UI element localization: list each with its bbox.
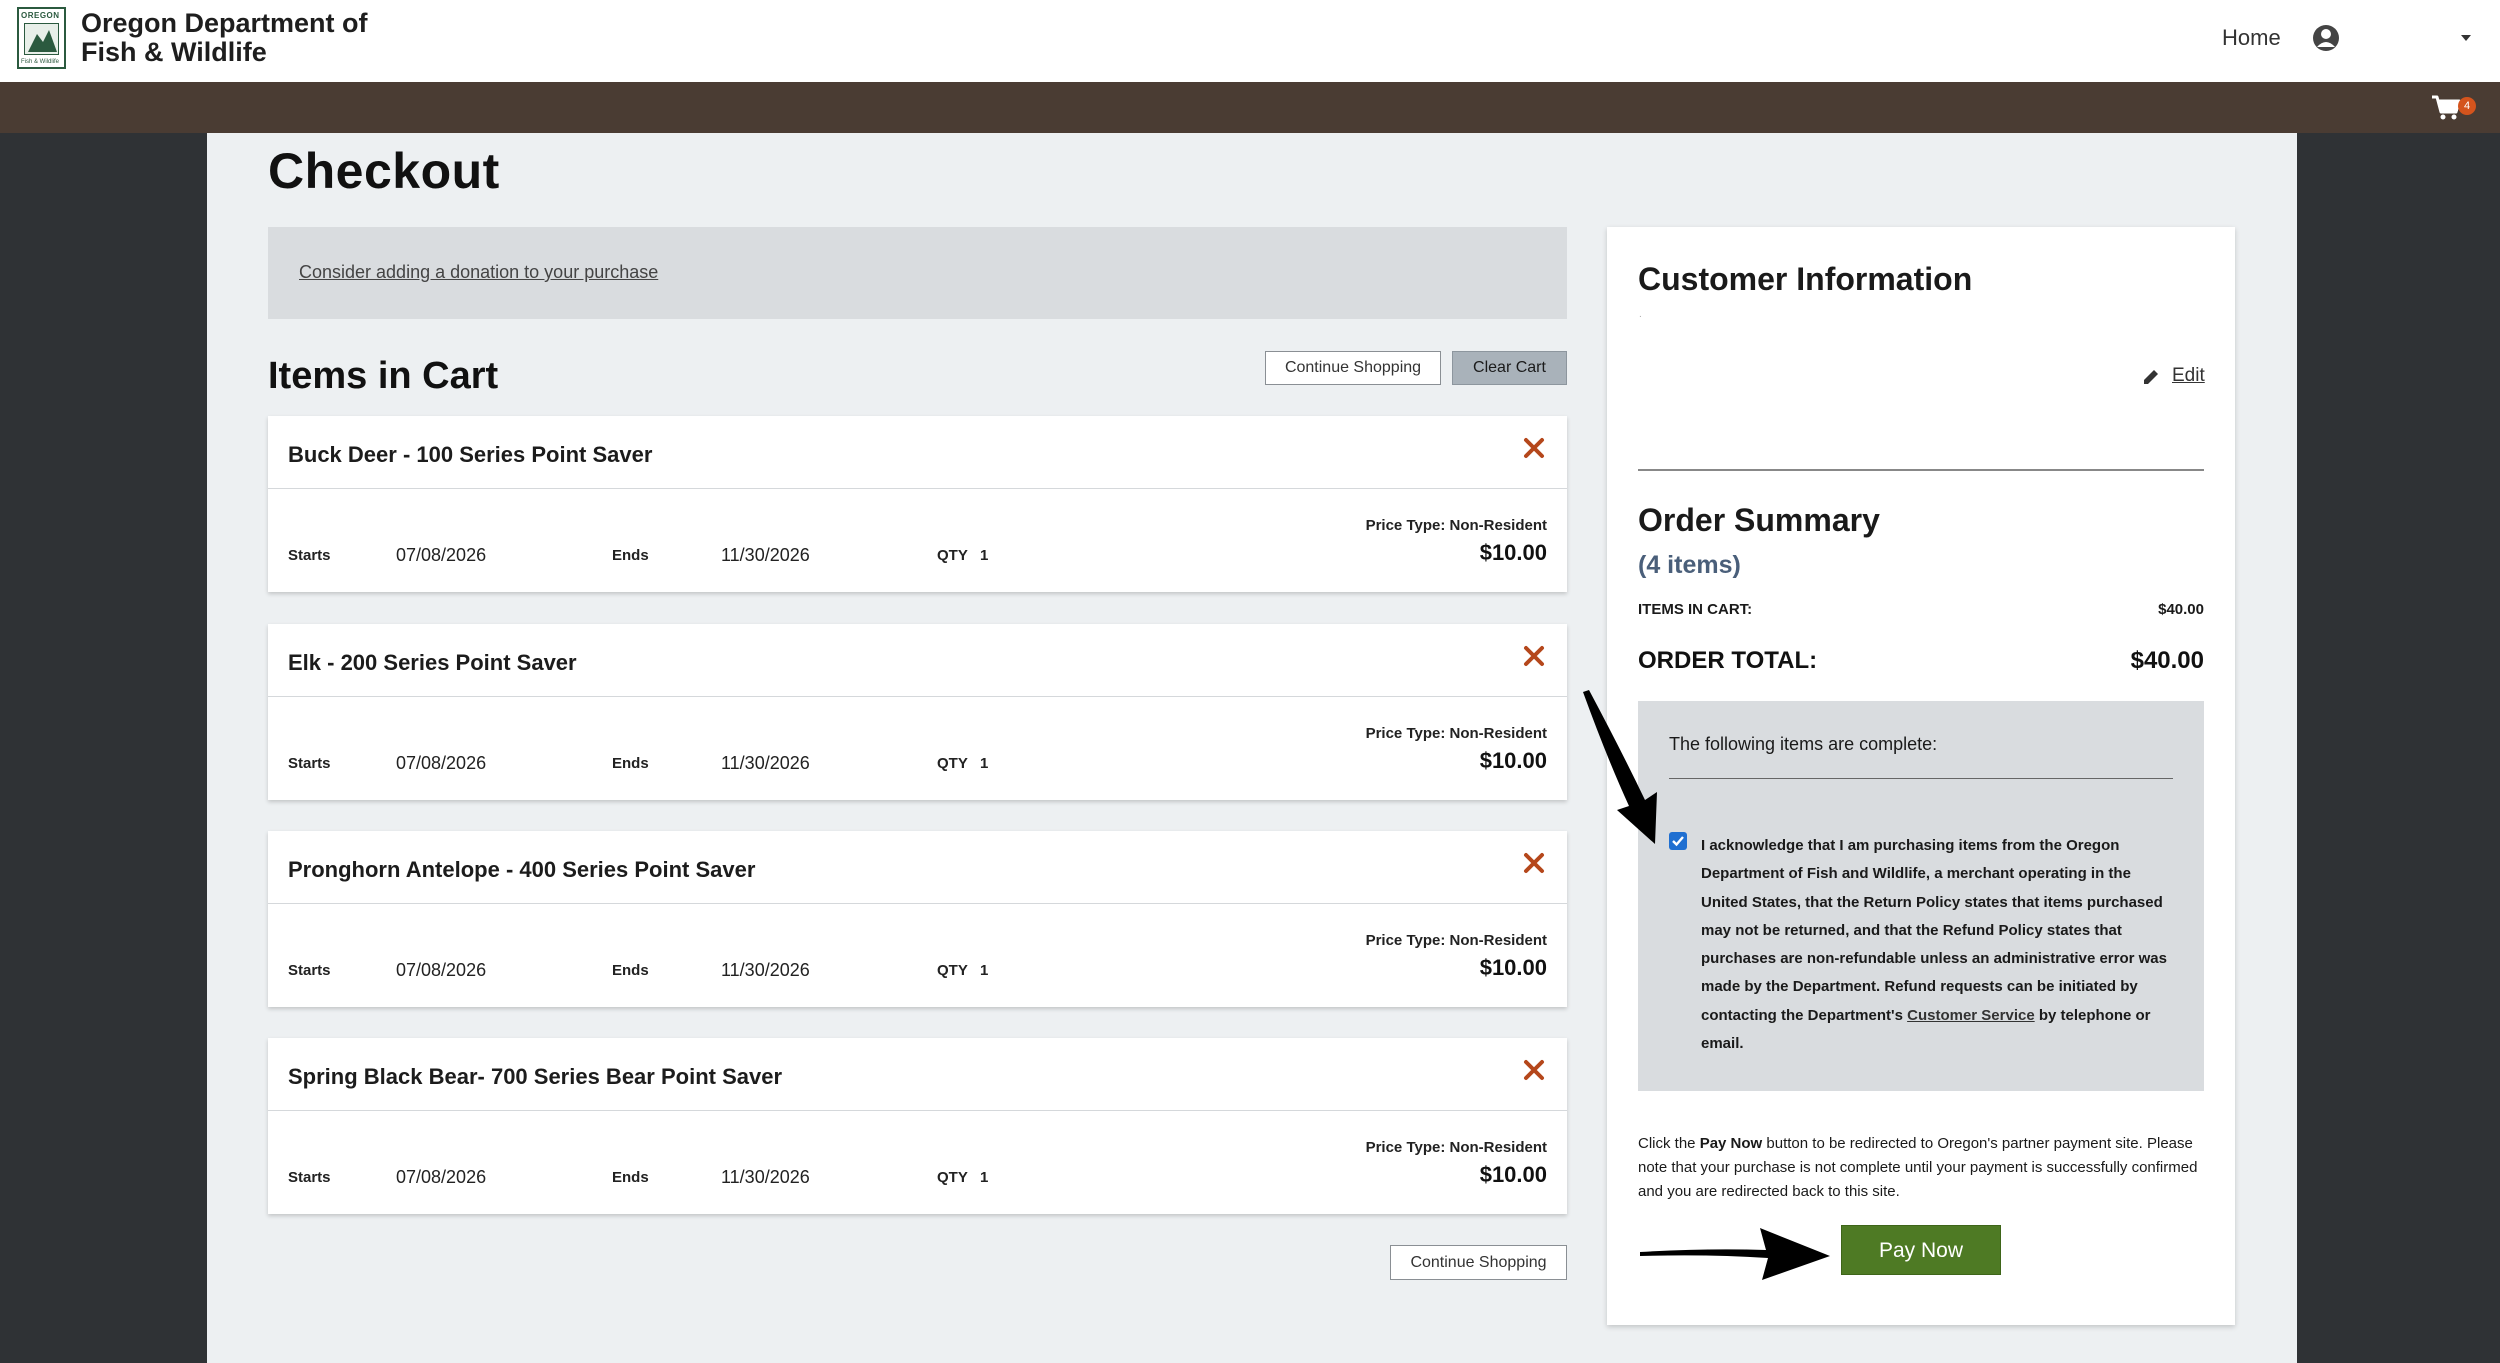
qty-label: QTY [937, 755, 968, 772]
page-title: Checkout [268, 143, 500, 199]
ends-label: Ends [612, 755, 649, 772]
cart-item-name: Pronghorn Antelope - 400 Series Point Sa… [288, 857, 756, 882]
payment-note: Click the Pay Now button to be redirecte… [1638, 1132, 2204, 1204]
arrow-to-checkbox-icon [1583, 690, 1657, 844]
item-price: $10.00 [1479, 955, 1547, 980]
remove-item-icon[interactable] [1522, 851, 1546, 875]
customer-information-title: Customer Information [1638, 261, 1973, 297]
ack-text-main: I acknowledge that I am purchasing items… [1701, 837, 2167, 1024]
org-name[interactable]: Oregon Department of Fish & Wildlife [81, 9, 401, 67]
order-total-value: $40.00 [2130, 647, 2204, 674]
acknowledgement-box: The following items are complete: I ackn… [1638, 701, 2204, 1091]
continue-shopping-button-top[interactable]: Continue Shopping [1265, 351, 1441, 385]
order-summary-title: Order Summary [1638, 502, 1880, 538]
qty-value: 1 [980, 962, 989, 979]
user-account-icon[interactable] [2311, 23, 2341, 53]
items-in-cart-title: Items in Cart [268, 355, 499, 397]
donation-banner: Consider adding a donation to your purch… [268, 227, 1567, 319]
logo-bottom-text: Fish & Wildlife [21, 59, 60, 65]
acknowledgement-text: I acknowledge that I am purchasing items… [1701, 832, 2181, 1058]
item-price: $10.00 [1479, 540, 1547, 565]
item-price: $10.00 [1479, 748, 1547, 773]
cart-item: Buck Deer - 100 Series Point Saver Start… [268, 416, 1567, 592]
cart-count-badge[interactable]: 4 [2458, 97, 2476, 115]
qty-label: QTY [937, 547, 968, 564]
cart-item-divider [268, 488, 1567, 489]
remove-item-icon[interactable] [1522, 1058, 1546, 1082]
cart-item: Spring Black Bear- 700 Series Bear Point… [268, 1038, 1567, 1214]
starts-value: 07/08/2026 [396, 960, 487, 980]
edit-customer-link[interactable]: Edit [2172, 365, 2205, 387]
cart-item: Pronghorn Antelope - 400 Series Point Sa… [268, 831, 1567, 1007]
logo-top-text: OREGON [21, 11, 60, 20]
pay-now-button[interactable]: Pay Now [1841, 1225, 2001, 1275]
remove-item-icon[interactable] [1522, 644, 1546, 668]
checkmark-icon [1672, 836, 1684, 847]
customer-service-link[interactable]: Customer Service [1907, 1007, 2035, 1024]
cart-item-divider [268, 696, 1567, 697]
ends-value: 11/30/2026 [721, 1167, 810, 1187]
starts-label: Starts [288, 755, 331, 772]
cart-item-name: Elk - 200 Series Point Saver [288, 650, 577, 675]
price-type: Price Type: Non-Resident [1365, 1139, 1547, 1156]
top-header: OREGON Fish & Wildlife Oregon Department… [0, 0, 2500, 82]
ack-divider [1669, 778, 2173, 779]
pay-note-start: Click the [1638, 1135, 1696, 1152]
panel-divider [1638, 469, 2204, 471]
shopping-cart-icon[interactable] [2431, 94, 2461, 122]
chevron-down-icon[interactable] [2459, 33, 2473, 43]
odfw-logo[interactable]: OREGON Fish & Wildlife [17, 7, 66, 69]
cart-item: Elk - 200 Series Point Saver Starts 07/0… [268, 624, 1567, 800]
ends-label: Ends [612, 962, 649, 979]
cart-bar [0, 82, 2500, 133]
arrow-to-pay-now-icon [1640, 1228, 1830, 1280]
qty-value: 1 [980, 755, 989, 772]
donation-link[interactable]: Consider adding a donation to your purch… [299, 262, 658, 283]
cart-item-name: Buck Deer - 100 Series Point Saver [288, 442, 653, 467]
customer-info-placeholder: . [1639, 309, 1642, 320]
ends-value: 11/30/2026 [721, 960, 810, 980]
nav-home-link[interactable]: Home [2222, 25, 2281, 51]
pencil-icon[interactable] [2141, 367, 2161, 387]
remove-item-icon[interactable] [1522, 436, 1546, 460]
ends-label: Ends [612, 1169, 649, 1186]
starts-label: Starts [288, 962, 331, 979]
qty-value: 1 [980, 1169, 989, 1186]
clear-cart-button[interactable]: Clear Cart [1452, 351, 1567, 385]
order-total-label: ORDER TOTAL: [1638, 647, 1818, 674]
item-price: $10.00 [1479, 1162, 1547, 1187]
ack-heading: The following items are complete: [1669, 734, 1938, 754]
continue-shopping-button-bottom[interactable]: Continue Shopping [1390, 1245, 1567, 1280]
starts-value: 07/08/2026 [396, 1167, 487, 1187]
order-item-count: (4 items) [1638, 551, 1741, 579]
qty-label: QTY [937, 1169, 968, 1186]
starts-value: 07/08/2026 [396, 753, 487, 773]
cart-item-divider [268, 903, 1567, 904]
qty-value: 1 [980, 547, 989, 564]
price-type: Price Type: Non-Resident [1365, 725, 1547, 742]
starts-label: Starts [288, 547, 331, 564]
cart-item-divider [268, 1110, 1567, 1111]
customer-order-panel: Customer Information . Edit Order Summar… [1607, 227, 2235, 1325]
items-in-cart-label: ITEMS IN CART: [1638, 601, 1753, 618]
logo-emblem-icon [24, 23, 59, 55]
price-type: Price Type: Non-Resident [1365, 517, 1547, 534]
qty-label: QTY [937, 962, 968, 979]
ends-value: 11/30/2026 [721, 545, 810, 565]
acknowledge-checkbox[interactable] [1669, 832, 1687, 850]
ends-label: Ends [612, 547, 649, 564]
starts-label: Starts [288, 1169, 331, 1186]
price-type: Price Type: Non-Resident [1365, 932, 1547, 949]
starts-value: 07/08/2026 [396, 545, 487, 565]
cart-item-name: Spring Black Bear- 700 Series Bear Point… [288, 1064, 783, 1089]
pay-note-bold: Pay Now [1699, 1135, 1763, 1152]
items-in-cart-value: $40.00 [2158, 601, 2204, 618]
ends-value: 11/30/2026 [721, 753, 810, 773]
